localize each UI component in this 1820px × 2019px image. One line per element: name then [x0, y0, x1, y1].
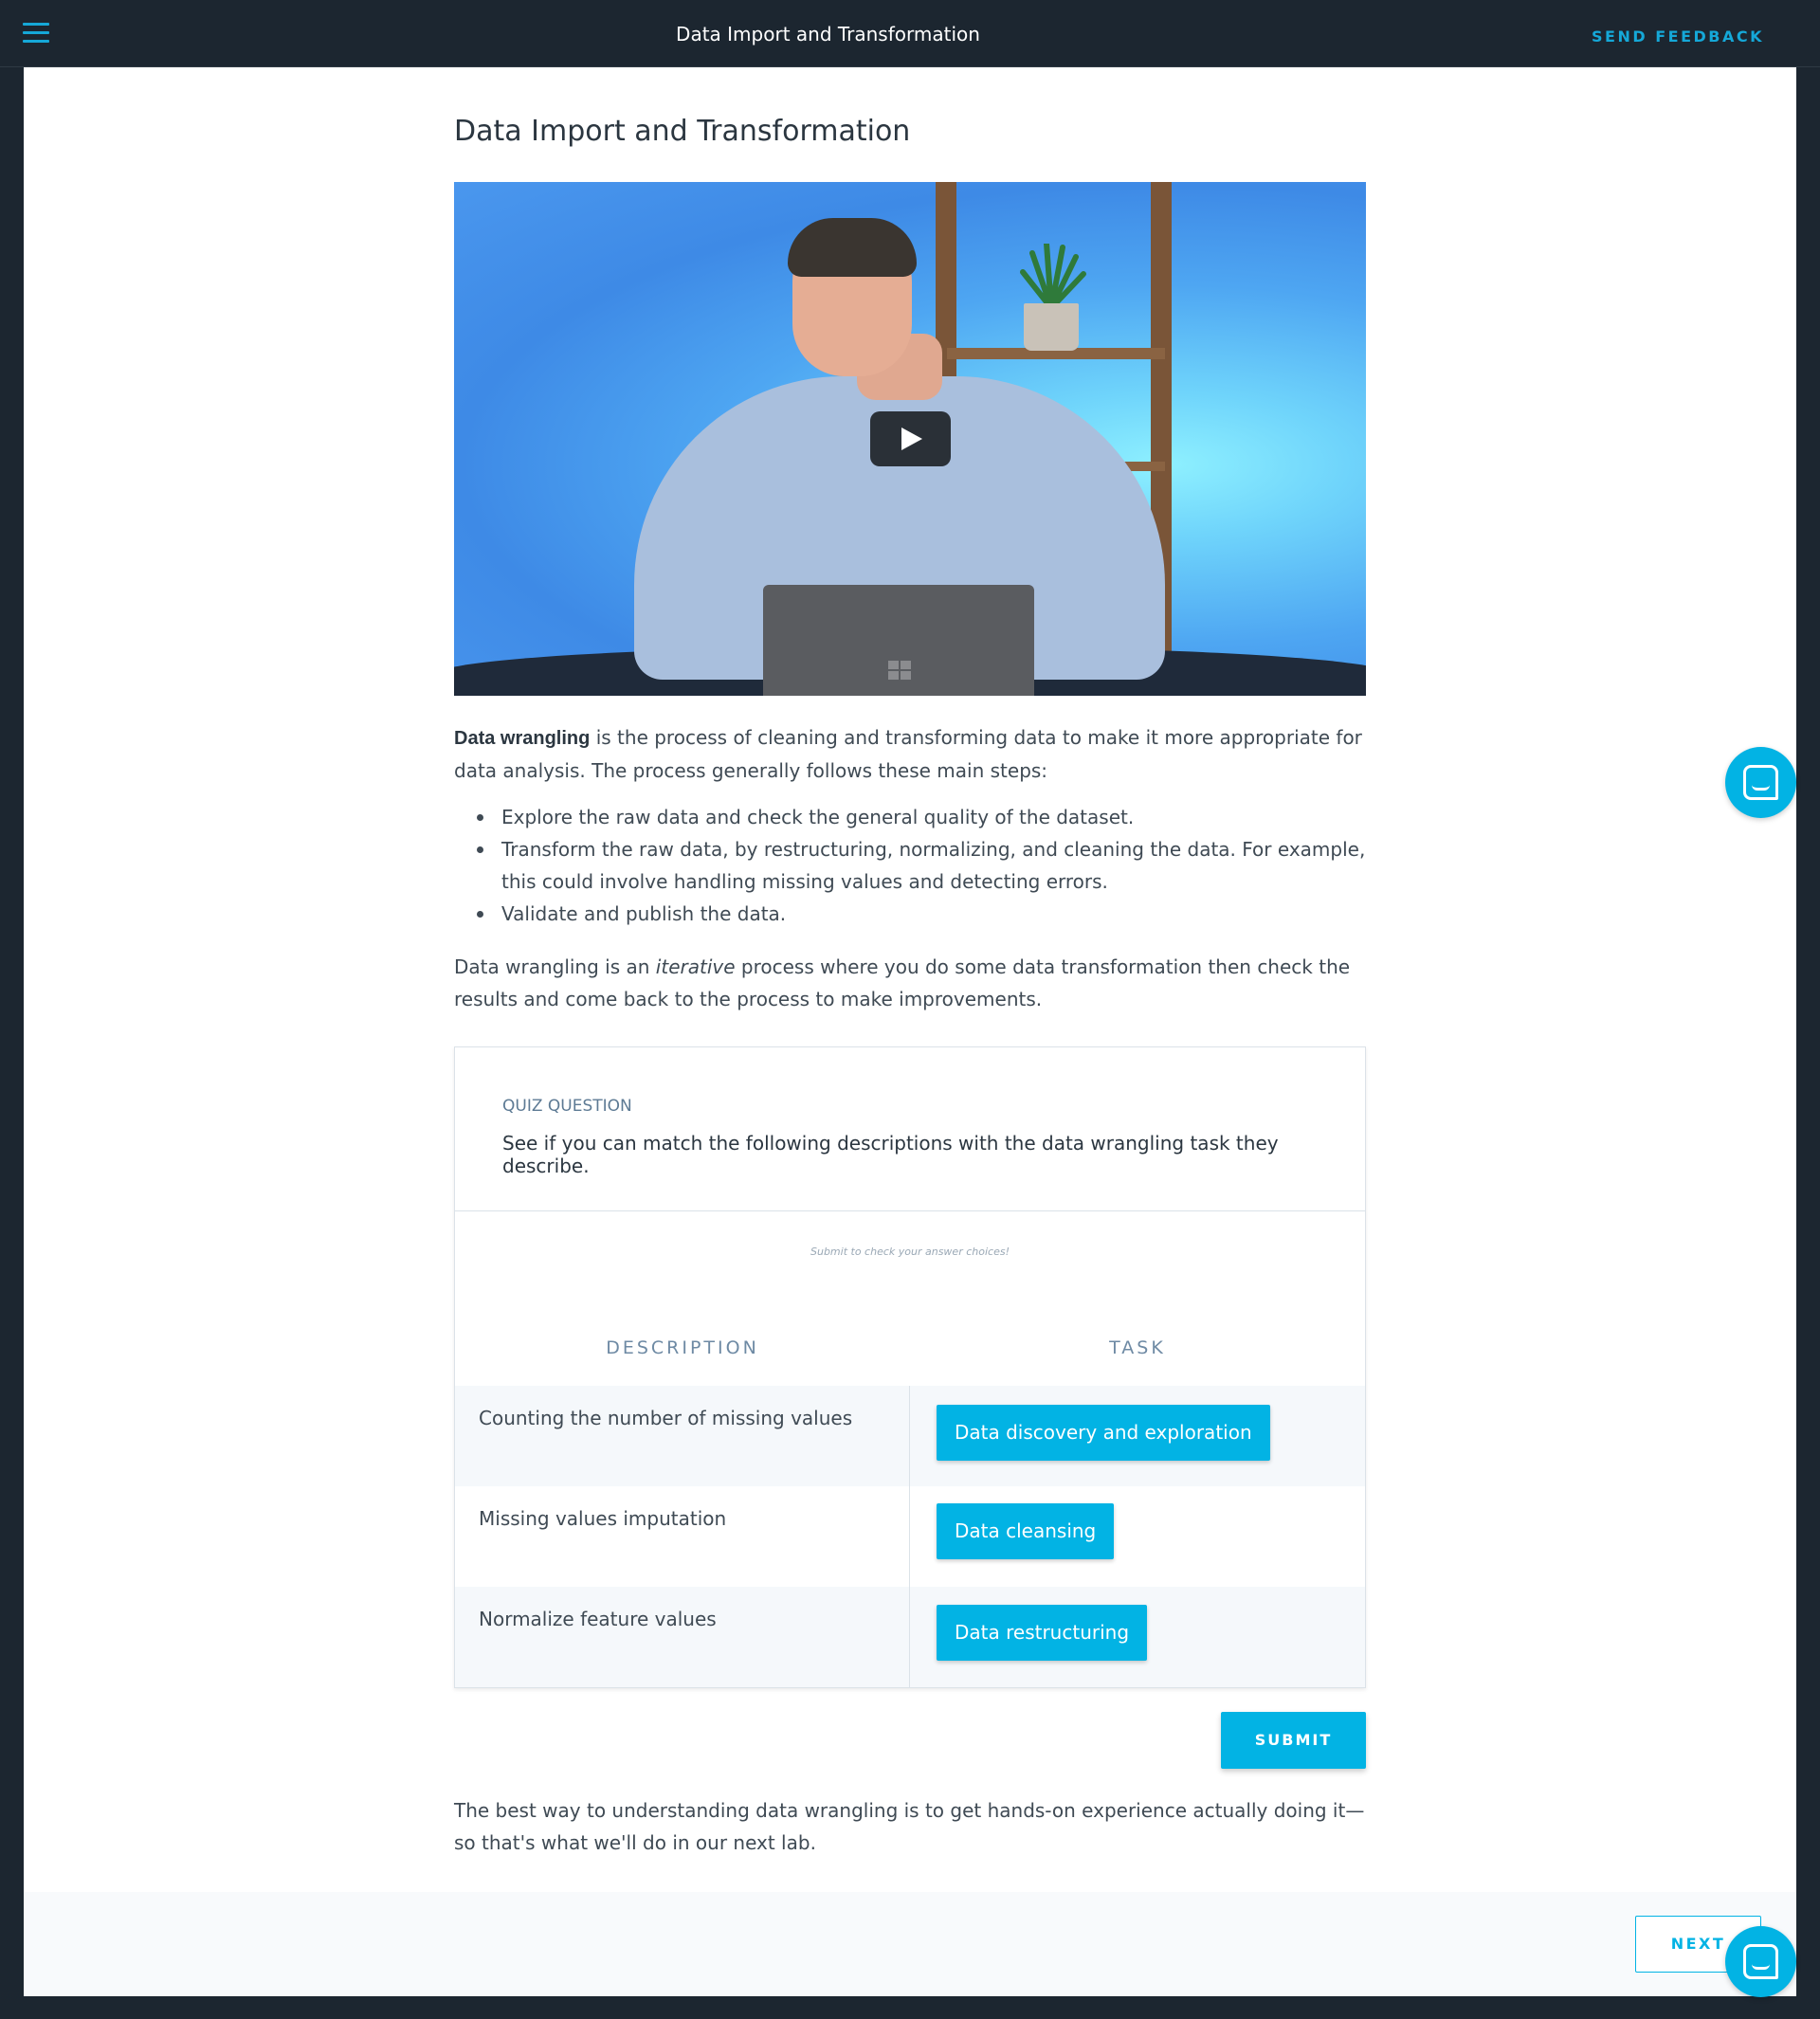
topbar-title: Data Import and Transformation [676, 23, 980, 45]
chat-bubble-shape [1743, 1944, 1778, 1979]
column-divider [909, 1386, 910, 1688]
submit-hint: Submit to check your answer choices! [810, 1246, 1010, 1258]
video-plant-pot [1024, 303, 1079, 351]
table-row: Normalize feature values Data restructur… [455, 1587, 1365, 1687]
list-item: Transform the raw data, by restructuring… [477, 833, 1366, 898]
intro-bold-term: Data wrangling [454, 728, 591, 749]
list-item: Explore the raw data and check the gener… [477, 801, 1366, 833]
chat-icon[interactable] [1725, 1926, 1796, 1997]
video-plant [1020, 244, 1086, 310]
row-description: Normalize feature values [479, 1608, 717, 1630]
iterative-text-start: Data wrangling is an [454, 955, 656, 978]
task-chip-restructuring[interactable]: Data restructuring [937, 1605, 1148, 1661]
intro-paragraph: Data wrangling is the process of cleanin… [454, 721, 1366, 787]
task-chip-cleansing[interactable]: Data cleansing [937, 1503, 1115, 1559]
quiz-question: See if you can match the following descr… [502, 1132, 1279, 1177]
quiz-card: QUIZ QUESTION See if you can match the f… [454, 1046, 1366, 1688]
task-chip-discovery[interactable]: Data discovery and exploration [937, 1405, 1270, 1461]
lesson-footer [24, 1892, 1796, 1996]
iterative-emphasis: iterative [655, 955, 736, 978]
play-icon[interactable] [870, 411, 951, 466]
page-title: Data Import and Transformation [454, 115, 911, 148]
divider [455, 1210, 1365, 1211]
send-feedback-link[interactable]: SEND FEEDBACK [1592, 27, 1764, 45]
table-row: Counting the number of missing values Da… [455, 1386, 1365, 1486]
row-description: Missing values imputation [479, 1507, 727, 1530]
task-column-header: TASK [1109, 1337, 1166, 1358]
chat-bubble-shape [1743, 765, 1778, 800]
intro-text: is the process of cleaning and transform… [454, 726, 1362, 782]
top-bar: Data Import and Transformation SEND FEED… [0, 0, 1820, 67]
table-row: Missing values imputation Data cleansing [455, 1486, 1365, 1587]
submit-button[interactable]: SUBMIT [1221, 1712, 1366, 1769]
windows-logo-icon [888, 661, 913, 682]
chat-smile-shape [1752, 785, 1770, 791]
chat-smile-shape [1752, 1964, 1770, 1970]
iterative-paragraph: Data wrangling is an iterative process w… [454, 951, 1366, 1015]
chat-icon[interactable] [1725, 747, 1796, 818]
description-column-header: DESCRIPTION [606, 1337, 759, 1358]
video-player[interactable] [454, 182, 1366, 696]
list-item: Validate and publish the data. [477, 898, 1366, 930]
lesson-page: Data Import and Transformation Data wran… [24, 67, 1796, 1996]
video-presenter-hair [788, 218, 917, 277]
row-description: Counting the number of missing values [479, 1407, 853, 1429]
quiz-label: QUIZ QUESTION [502, 1097, 632, 1116]
closing-paragraph: The best way to understanding data wrang… [454, 1799, 1365, 1854]
